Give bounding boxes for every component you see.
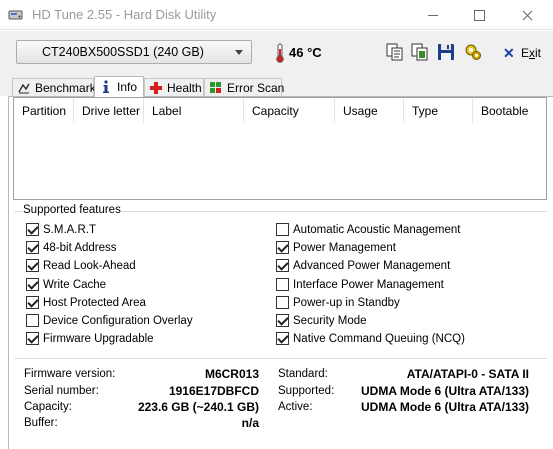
feature-label: Native Command Queuing (NCQ) [293, 333, 465, 346]
checked-checkbox-icon[interactable] [26, 241, 39, 255]
tab-error-scan[interactable]: Error Scan [204, 78, 285, 97]
copy-text-icon[interactable] [386, 43, 404, 61]
column-header-capacity[interactable]: Capacity [244, 98, 335, 123]
benchmark-icon [18, 83, 30, 94]
firmware-label: Firmware version: [24, 368, 116, 380]
features-group-title: Supported features [22, 204, 122, 216]
feature-label: Write Cache [43, 278, 107, 291]
tab-info[interactable]: Info [94, 76, 144, 97]
feature-label: Read Look-Ahead [43, 260, 136, 273]
minimize-button[interactable] [410, 0, 456, 30]
feature-label: Firmware Upgradable [43, 333, 154, 346]
checked-checkbox-icon[interactable] [276, 332, 289, 346]
column-header-drive-letter[interactable]: Drive letter [74, 98, 144, 123]
temperature-readout: 46 °C [289, 45, 322, 60]
feature-label: S.M.A.R.T [43, 224, 97, 236]
app-icon [8, 10, 23, 20]
checked-checkbox-icon[interactable] [276, 241, 289, 255]
exit-label: Exit [521, 46, 542, 60]
column-header-bootable[interactable]: Bootable [473, 98, 546, 123]
save-icon[interactable] [437, 43, 455, 61]
feature-label: Device Configuration Overlay [43, 315, 193, 327]
unchecked-checkbox-icon[interactable] [276, 277, 289, 291]
column-header-partition[interactable]: Partition [14, 98, 74, 123]
active-label: Active: [278, 401, 313, 413]
options-icon[interactable] [464, 43, 482, 61]
health-icon [150, 82, 162, 94]
tab-label: Error Scan [227, 81, 285, 95]
feature-label: Security Mode [293, 315, 367, 327]
standard-label: Standard: [278, 368, 328, 380]
exit-icon: ✕ [503, 45, 515, 61]
capacity-label: Capacity: [24, 401, 72, 413]
checked-checkbox-icon[interactable] [26, 259, 39, 273]
serial-value: 1916E17DBFCD [168, 384, 259, 398]
unchecked-checkbox-icon[interactable] [26, 314, 39, 327]
feature-label: Host Protected Area [43, 296, 146, 309]
close-button[interactable] [502, 0, 553, 30]
checked-checkbox-icon[interactable] [26, 223, 39, 236]
feature-label: Power Management [293, 242, 396, 255]
unchecked-checkbox-icon[interactable] [276, 223, 289, 236]
tab-label: Health [167, 81, 202, 95]
firmware-value: M6CR013 [204, 367, 259, 381]
standard-value: ATA/ATAPI-0 - SATA II [406, 367, 529, 381]
unchecked-checkbox-icon[interactable] [276, 295, 289, 309]
title-bar: HD Tune 2.55 - Hard Disk Utility [0, 0, 553, 30]
buffer-label: Buffer: [24, 417, 58, 429]
partition-table-header: Partition Drive letter Label Capacity Us… [14, 98, 546, 123]
tab-label: Info [117, 80, 138, 94]
copy-screen-icon[interactable] [411, 43, 429, 61]
info-icon [103, 80, 109, 93]
column-header-usage[interactable]: Usage [335, 98, 404, 123]
capacity-value: 223.6 GB (~240.1 GB) [137, 400, 259, 414]
partition-table[interactable]: Partition Drive letter Label Capacity Us… [13, 97, 547, 200]
maximize-button[interactable] [456, 0, 502, 30]
checked-checkbox-icon[interactable] [26, 277, 39, 291]
chevron-down-icon [235, 50, 243, 55]
tab-label: Benchmark [35, 81, 96, 95]
feature-label: Automatic Acoustic Management [293, 224, 461, 236]
buffer-value: n/a [241, 416, 259, 430]
feature-label: Advanced Power Management [293, 260, 451, 273]
window-title: HD Tune 2.55 - Hard Disk Utility [32, 7, 217, 22]
drive-select-value: CT240BX500SSD1 (240 GB) [42, 45, 204, 59]
supported-label: Supported: [278, 385, 335, 397]
info-separator [14, 358, 547, 359]
column-header-type[interactable]: Type [404, 98, 473, 123]
tab-health[interactable]: Health [144, 78, 204, 97]
feature-label: Power-up in Standby [293, 296, 400, 309]
thermometer-icon [276, 43, 284, 63]
checked-checkbox-icon[interactable] [276, 314, 289, 327]
checked-checkbox-icon[interactable] [26, 295, 39, 309]
column-header-label[interactable]: Label [144, 98, 244, 123]
checked-checkbox-icon[interactable] [276, 259, 289, 273]
tab-benchmark[interactable]: Benchmark [12, 78, 96, 97]
checked-checkbox-icon[interactable] [26, 332, 39, 346]
drive-select[interactable]: CT240BX500SSD1 (240 GB) [16, 40, 252, 64]
error-scan-icon [210, 82, 221, 93]
supported-value: UDMA Mode 6 (Ultra ATA/133) [360, 384, 529, 398]
feature-label: 48-bit Address [43, 242, 117, 255]
feature-label: Interface Power Management [293, 278, 444, 291]
active-value: UDMA Mode 6 (Ultra ATA/133) [360, 400, 529, 414]
serial-label: Serial number: [24, 385, 99, 397]
